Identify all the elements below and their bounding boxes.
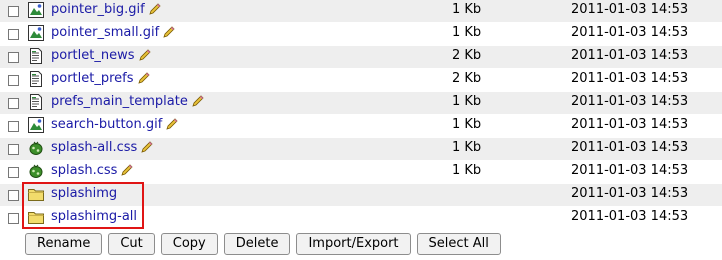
edit-pencil-icon[interactable] [138, 49, 151, 61]
folder-icon [28, 212, 44, 224]
import-export-button[interactable]: Import/Export [296, 233, 411, 255]
dtml-method-icon [29, 141, 43, 155]
select-checkbox[interactable] [8, 121, 19, 132]
edit-pencil-icon[interactable] [137, 72, 150, 84]
file-date: 2011-01-03 14:53 [571, 71, 689, 86]
select-checkbox[interactable] [8, 98, 19, 109]
folder-link[interactable]: splashimg-all [51, 209, 137, 224]
file-link[interactable]: pointer_big.gif [51, 2, 145, 17]
file-date: 2011-01-03 14:53 [571, 209, 689, 224]
file-row: pointer_big.gif 1 Kb 2011-01-03 14:53 [0, 0, 722, 23]
delete-button[interactable]: Delete [223, 233, 291, 255]
file-link[interactable]: search-button.gif [51, 117, 162, 132]
file-date: 2011-01-03 14:53 [571, 25, 689, 40]
file-size: 2 Kb [452, 71, 482, 86]
file-size: 1 Kb [452, 25, 482, 40]
file-date: 2011-01-03 14:53 [571, 140, 689, 155]
edit-pencil-icon[interactable] [163, 26, 175, 38]
cut-button[interactable]: Cut [108, 233, 155, 255]
edit-pencil-icon[interactable] [141, 141, 153, 153]
select-checkbox[interactable] [8, 75, 19, 86]
select-all-button[interactable]: Select All [416, 233, 501, 255]
file-row: prefs_main_template 1 Kb 2011-01-03 14:5… [0, 92, 722, 115]
file-size: 1 Kb [452, 2, 482, 17]
select-checkbox[interactable] [8, 29, 19, 40]
file-date: 2011-01-03 14:53 [571, 2, 689, 17]
folder-row: splashimg 2011-01-03 14:53 [0, 184, 722, 207]
edit-pencil-icon[interactable] [192, 95, 204, 107]
file-row: portlet_news 2 Kb 2011-01-03 14:53 [0, 46, 722, 69]
copy-button[interactable]: Copy [160, 233, 218, 255]
file-date: 2011-01-03 14:53 [571, 94, 689, 109]
file-row: portlet_prefs 2 Kb 2011-01-03 14:53 [0, 69, 722, 92]
folder-icon [28, 189, 44, 201]
select-checkbox[interactable] [8, 190, 19, 201]
file-link[interactable]: portlet_news [51, 48, 135, 63]
select-checkbox[interactable] [8, 213, 19, 224]
file-link[interactable]: splash-all.css [51, 140, 137, 155]
page-template-icon [30, 71, 42, 87]
select-checkbox[interactable] [8, 167, 19, 178]
folder-row: splashimg-all 2011-01-03 14:53 [0, 207, 722, 230]
page-template-icon [30, 94, 42, 110]
select-checkbox[interactable] [8, 6, 19, 17]
file-link[interactable]: portlet_prefs [51, 71, 134, 86]
file-list: pointer_big.gif 1 Kb 2011-01-03 14:53 po… [0, 0, 722, 230]
file-date: 2011-01-03 14:53 [571, 48, 689, 63]
file-link[interactable]: splash.css [51, 163, 117, 178]
file-size: 1 Kb [452, 117, 482, 132]
file-row: search-button.gif 1 Kb 2011-01-03 14:53 [0, 115, 722, 138]
edit-pencil-icon[interactable] [149, 3, 161, 15]
file-size: 1 Kb [452, 140, 482, 155]
file-size: 1 Kb [452, 94, 482, 109]
edit-pencil-icon[interactable] [121, 164, 134, 176]
file-row: splash.css 1 Kb 2011-01-03 14:53 [0, 161, 722, 184]
folder-link[interactable]: splashimg [51, 186, 117, 201]
action-toolbar: Rename Cut Copy Delete Import/Export Sel… [25, 233, 501, 255]
page-template-icon [30, 48, 42, 64]
file-link[interactable]: prefs_main_template [51, 94, 188, 109]
dtml-method-icon [29, 164, 43, 178]
select-checkbox[interactable] [8, 52, 19, 63]
file-link[interactable]: pointer_small.gif [51, 25, 159, 40]
file-row: pointer_small.gif 1 Kb 2011-01-03 14:53 [0, 23, 722, 46]
file-size: 2 Kb [452, 48, 482, 63]
image-file-icon [28, 117, 44, 133]
file-date: 2011-01-03 14:53 [571, 163, 689, 178]
edit-pencil-icon[interactable] [166, 118, 178, 130]
rename-button[interactable]: Rename [25, 233, 103, 255]
file-size: 1 Kb [452, 163, 482, 178]
file-date: 2011-01-03 14:53 [571, 186, 689, 201]
image-file-icon [28, 25, 44, 41]
file-date: 2011-01-03 14:53 [571, 117, 689, 132]
image-file-icon [28, 2, 44, 18]
file-row: splash-all.css 1 Kb 2011-01-03 14:53 [0, 138, 722, 161]
select-checkbox[interactable] [8, 144, 19, 155]
